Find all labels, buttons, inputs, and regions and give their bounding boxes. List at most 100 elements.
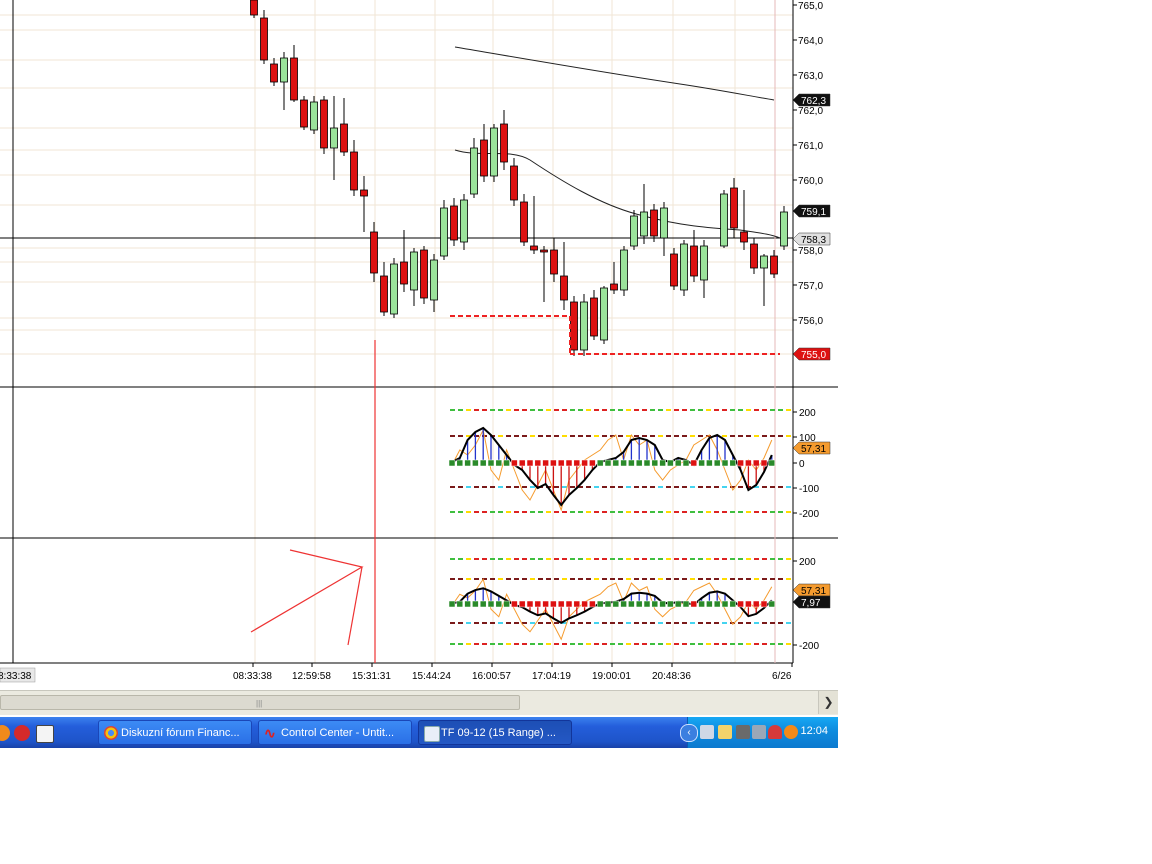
low-level-tag: 755,0 xyxy=(801,350,826,361)
zero-line-marker xyxy=(659,459,666,467)
zero-line-marker xyxy=(721,459,729,467)
antivirus-icon[interactable] xyxy=(784,725,798,739)
candle-body xyxy=(520,201,528,243)
lower-tick-label: -200 xyxy=(799,641,819,652)
zero-line-marker xyxy=(628,459,635,467)
zero-line-marker xyxy=(511,459,518,467)
candle-body xyxy=(670,253,678,287)
time-tick-label: 6/26 xyxy=(772,671,792,682)
zero-line-marker xyxy=(643,600,651,608)
zero-line-marker xyxy=(713,600,721,608)
zero-line-marker xyxy=(628,600,635,608)
taskbar-button-forum[interactable]: Diskuzní fórum Financ... xyxy=(98,720,252,745)
candle-body xyxy=(720,193,728,247)
zero-line-marker xyxy=(550,600,557,608)
candle-body xyxy=(480,139,488,177)
time-tick-label: 17:04:19 xyxy=(532,671,571,682)
zero-line-marker xyxy=(729,459,737,467)
candle-body xyxy=(340,123,348,153)
panel-frames xyxy=(0,0,838,664)
zero-line-marker xyxy=(706,600,713,608)
lower-tick-label: 200 xyxy=(799,557,816,568)
horizontal-scrollbar[interactable]: ||| ❯ xyxy=(0,690,838,715)
drawn-arrow-shaft xyxy=(347,566,363,646)
candle-body xyxy=(700,245,708,281)
zero-line-marker xyxy=(542,459,549,467)
time-tick-label: 15:44:24 xyxy=(412,671,451,682)
zero-line-marker xyxy=(557,459,565,467)
candle-body xyxy=(380,275,388,313)
zero-line-marker xyxy=(581,600,588,608)
trading-chart[interactable]: 765,0 764,0 763,0 762,0 761,0 760,0 758,0 757,0… xyxy=(0,0,838,690)
quick-launch-bar xyxy=(0,721,70,745)
zero-line-marker xyxy=(643,459,651,467)
drawn-arrow-head xyxy=(250,549,364,633)
level-lines xyxy=(450,315,780,355)
candle-body xyxy=(250,0,258,16)
last-price-tag: 759,1 xyxy=(801,207,826,218)
zero-line-marker xyxy=(472,600,479,608)
zero-line-marker xyxy=(635,600,643,608)
zero-line-marker xyxy=(737,600,744,608)
lower-orange-tag: 57,31 xyxy=(801,586,826,597)
show-hidden-icons-button[interactable]: ‹ xyxy=(680,724,698,742)
system-tray: ‹ 12:04 xyxy=(680,717,838,748)
chart-window-icon xyxy=(424,726,440,742)
tools-icon[interactable] xyxy=(736,725,750,739)
zero-line-marker xyxy=(612,459,620,467)
candle-body xyxy=(500,123,508,163)
time-tick-label: 19:00:01 xyxy=(592,671,631,682)
price-tick-label: 764,0 xyxy=(798,36,823,47)
candle-body xyxy=(410,251,418,291)
candle-body xyxy=(540,249,548,253)
opera-icon[interactable] xyxy=(14,725,30,741)
crosshair-price-tag: 758,3 xyxy=(801,235,826,246)
taskbar-button-chart-window[interactable]: TF 09-12 (15 Range) ... xyxy=(418,720,572,745)
ninjatrader-icon: ∿ xyxy=(264,725,276,741)
zero-line-marker xyxy=(534,600,542,608)
cable-icon[interactable] xyxy=(752,725,766,739)
user-drawings[interactable] xyxy=(250,340,376,663)
candle-body xyxy=(260,17,268,61)
firefox-icon[interactable] xyxy=(0,725,10,741)
candle-body xyxy=(660,207,668,239)
time-tick-label: 08:33:38 xyxy=(233,671,272,682)
paint-icon[interactable] xyxy=(36,725,54,743)
candle-body xyxy=(550,249,558,275)
network-icon[interactable] xyxy=(700,725,714,739)
scrollbar-thumb[interactable]: ||| xyxy=(0,695,520,710)
candle-body xyxy=(470,147,478,195)
candle-body xyxy=(370,231,378,274)
zero-line-marker xyxy=(698,600,705,608)
window-icon[interactable] xyxy=(718,725,732,739)
zero-line-marker xyxy=(550,459,557,467)
zero-line-marker xyxy=(503,459,510,467)
time-tick-label: 8:33:38 xyxy=(0,671,32,682)
candle-body xyxy=(730,187,738,229)
zero-line-marker xyxy=(589,600,596,608)
sma-long-line xyxy=(454,46,775,101)
security-shield-icon[interactable] xyxy=(768,725,782,739)
zero-line-marker xyxy=(495,600,503,608)
scroll-right-button[interactable]: ❯ xyxy=(818,691,838,714)
taskbar-button-label: TF 09-12 (15 Range) ... xyxy=(441,727,556,739)
candle-body xyxy=(350,151,358,191)
zero-line-marker xyxy=(745,459,752,467)
zero-line-marker xyxy=(581,459,588,467)
candle-body xyxy=(590,297,598,337)
zero-line-marker xyxy=(456,459,464,467)
cci-tick-label: 200 xyxy=(799,408,816,419)
candle-body xyxy=(680,243,688,291)
taskbar-button-control-center[interactable]: ∿ Control Center - Untit... xyxy=(258,720,412,745)
taskbar-button-label: Diskuzní fórum Financ... xyxy=(121,727,240,739)
time-tick-label: 16:00:57 xyxy=(472,671,511,682)
price-tick-label: 758,0 xyxy=(798,246,823,257)
zero-line-marker xyxy=(604,459,612,467)
zero-line-marker xyxy=(542,600,549,608)
zero-line-marker xyxy=(503,600,510,608)
zero-line-marker xyxy=(752,600,760,608)
zero-line-marker xyxy=(487,459,495,467)
price-tick-label: 765,0 xyxy=(798,1,823,12)
candle-body xyxy=(450,205,458,241)
zero-line-marker xyxy=(596,459,604,467)
